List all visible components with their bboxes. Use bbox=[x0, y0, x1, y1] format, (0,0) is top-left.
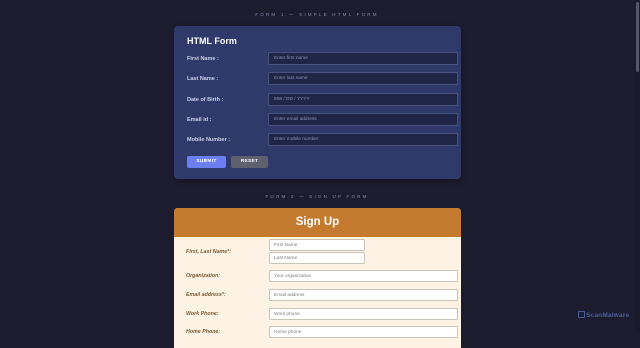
last-name-input[interactable]: Enter last name bbox=[268, 72, 458, 85]
organization-field[interactable]: Your organization bbox=[269, 270, 458, 282]
first-name-label: First Name : bbox=[187, 56, 219, 62]
page-scrollbar[interactable] bbox=[635, 0, 640, 331]
submit-button[interactable]: SUBMIT bbox=[187, 156, 226, 168]
watermark-text: ScanMalware bbox=[586, 312, 630, 319]
mobile-input[interactable]: Enter mobile number bbox=[268, 133, 458, 146]
email-address-field[interactable]: Email address bbox=[269, 289, 458, 301]
organization-label: Organization: bbox=[186, 273, 221, 279]
last-name-label: Last Name : bbox=[187, 76, 219, 82]
form2-card: Sign Up First, Last Name*: First Name La… bbox=[174, 208, 461, 348]
work-phone-label: Work Phone: bbox=[186, 311, 219, 317]
email-input[interactable]: Enter email address bbox=[268, 113, 458, 126]
home-phone-label: Home Phone: bbox=[186, 329, 221, 335]
section-label-form1: FORM 1 — SIMPLE HTML FORM bbox=[255, 12, 379, 17]
last-name-field[interactable]: Last Name bbox=[269, 252, 365, 264]
mobile-label: Mobile Number : bbox=[187, 137, 231, 143]
section-label-form2: FORM 2 — SIGN UP FORM bbox=[265, 194, 369, 199]
form1-title: HTML Form bbox=[187, 36, 237, 46]
work-phone-field[interactable]: Work phone bbox=[269, 308, 458, 320]
dob-input[interactable]: MM / DD / YYYY bbox=[268, 93, 458, 106]
first-name-field[interactable]: First Name bbox=[269, 239, 365, 251]
scanmalware-logo-icon bbox=[578, 311, 585, 318]
watermark: ScanMalware bbox=[578, 311, 629, 319]
email-label: Email id : bbox=[187, 117, 212, 123]
dob-label: Date of Birth : bbox=[187, 97, 224, 103]
scrollbar-thumb[interactable] bbox=[636, 2, 639, 72]
form1-card: HTML Form First Name : Enter first name … bbox=[174, 26, 461, 179]
first-name-input[interactable]: Enter first name bbox=[268, 52, 458, 65]
email-address-label: Email address*: bbox=[186, 292, 226, 298]
name-label: First, Last Name*: bbox=[186, 249, 232, 255]
reset-button[interactable]: RESET bbox=[231, 156, 268, 168]
form2-title: Sign Up bbox=[174, 208, 461, 237]
home-phone-field[interactable]: Home phone bbox=[269, 326, 458, 338]
